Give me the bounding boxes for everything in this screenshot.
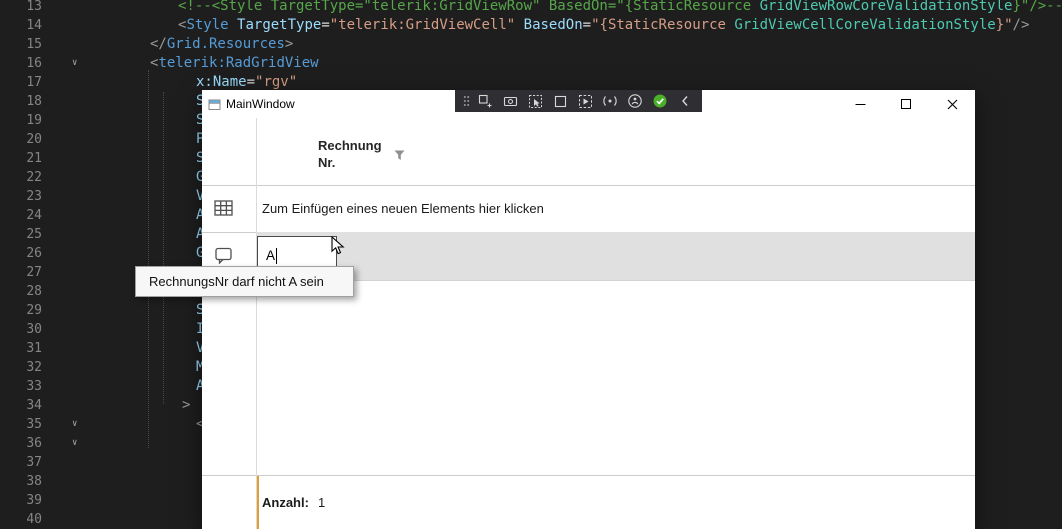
text-caret	[276, 248, 277, 264]
line-number: 29	[0, 301, 42, 320]
screen: 13<!--<Style TargetType="telerik:GridVie…	[0, 0, 1062, 529]
column-header-rechnung-nr[interactable]: Rechnung Nr.	[257, 118, 975, 185]
caption-buttons	[837, 90, 975, 118]
line-number: 33	[0, 377, 42, 396]
validation-tooltip: RechnungsNr darf nicht A sein	[135, 266, 354, 297]
line-number: 23	[0, 187, 42, 206]
editing-row[interactable]	[257, 232, 975, 280]
footer-count-value: 1	[318, 495, 325, 510]
line-number: 16	[0, 54, 42, 73]
select-element-icon[interactable]	[523, 91, 547, 111]
line-number: 39	[0, 491, 42, 510]
line-number: 19	[0, 111, 42, 130]
minimize-button[interactable]	[837, 90, 883, 118]
display-layout-adorners-icon[interactable]	[548, 91, 572, 111]
collapse-toolbar-icon[interactable]	[673, 91, 697, 111]
line-number: 21	[0, 149, 42, 168]
window-title: MainWindow	[226, 90, 295, 118]
code-line: 13<!--<Style TargetType="telerik:GridVie…	[0, 0, 1062, 16]
titlebar[interactable]: MainWindow	[202, 90, 975, 118]
line-number: 36	[0, 434, 42, 453]
grip-handle[interactable]	[460, 91, 472, 111]
go-to-live-visual-tree-icon[interactable]	[473, 91, 497, 111]
line-number: 34	[0, 396, 42, 415]
debug-toolbar	[455, 90, 702, 112]
line-number: 26	[0, 244, 42, 263]
code-line: 15</Grid.Resources>	[0, 35, 1062, 54]
line-number: 30	[0, 320, 42, 339]
fold-chevron-icon[interactable]: ∨	[72, 54, 77, 73]
line-number: 13	[0, 0, 42, 16]
hot-reload-icon[interactable]	[598, 91, 622, 111]
line-number: 38	[0, 472, 42, 491]
cell-editor-value: A	[266, 248, 275, 263]
line-number: 14	[0, 16, 42, 35]
radgridview: Rechnung Nr. Zum Einfügen eines neuen El…	[202, 118, 975, 529]
line-number: 22	[0, 168, 42, 187]
maximize-button[interactable]	[883, 90, 929, 118]
line-number: 24	[0, 206, 42, 225]
row-indicator-separator	[256, 118, 257, 529]
line-number: 32	[0, 358, 42, 377]
app-icon	[208, 98, 221, 116]
fold-chevron-icon[interactable]: ∨	[72, 415, 77, 434]
fold-chevron-icon[interactable]: ∨	[72, 434, 77, 453]
line-number: 18	[0, 92, 42, 111]
line-number: 27	[0, 263, 42, 282]
line-number: 37	[0, 453, 42, 472]
track-focused-element-icon[interactable]	[573, 91, 597, 111]
accessibility-checker-icon[interactable]	[623, 91, 647, 111]
status-ok-icon[interactable]	[648, 91, 672, 111]
add-new-row[interactable]: Zum Einfügen eines neuen Elements hier k…	[262, 185, 544, 232]
footer-count-label: Anzahl:	[262, 495, 309, 510]
line-number: 40	[0, 510, 42, 529]
line-number: 25	[0, 225, 42, 244]
line-number: 35	[0, 415, 42, 434]
code-line: 14<Style TargetType="telerik:GridViewCel…	[0, 16, 1062, 35]
line-number: 31	[0, 339, 42, 358]
footer-row: Anzahl: 1	[202, 476, 975, 529]
column-header-label: Rechnung Nr.	[318, 137, 382, 171]
add-row-grid-icon	[214, 200, 233, 221]
mouse-cursor	[331, 236, 346, 262]
capture-frame-icon[interactable]	[498, 91, 522, 111]
line-number: 17	[0, 73, 42, 92]
code-line: 16∨<telerik:RadGridView	[0, 54, 1062, 73]
filter-funnel-icon[interactable]	[394, 148, 405, 166]
footer-accent-line	[257, 476, 259, 529]
line-number: 28	[0, 282, 42, 301]
line-number: 15	[0, 35, 42, 54]
mainwindow: MainWindow	[202, 90, 975, 529]
close-button[interactable]	[929, 90, 975, 118]
line-number: 20	[0, 130, 42, 149]
